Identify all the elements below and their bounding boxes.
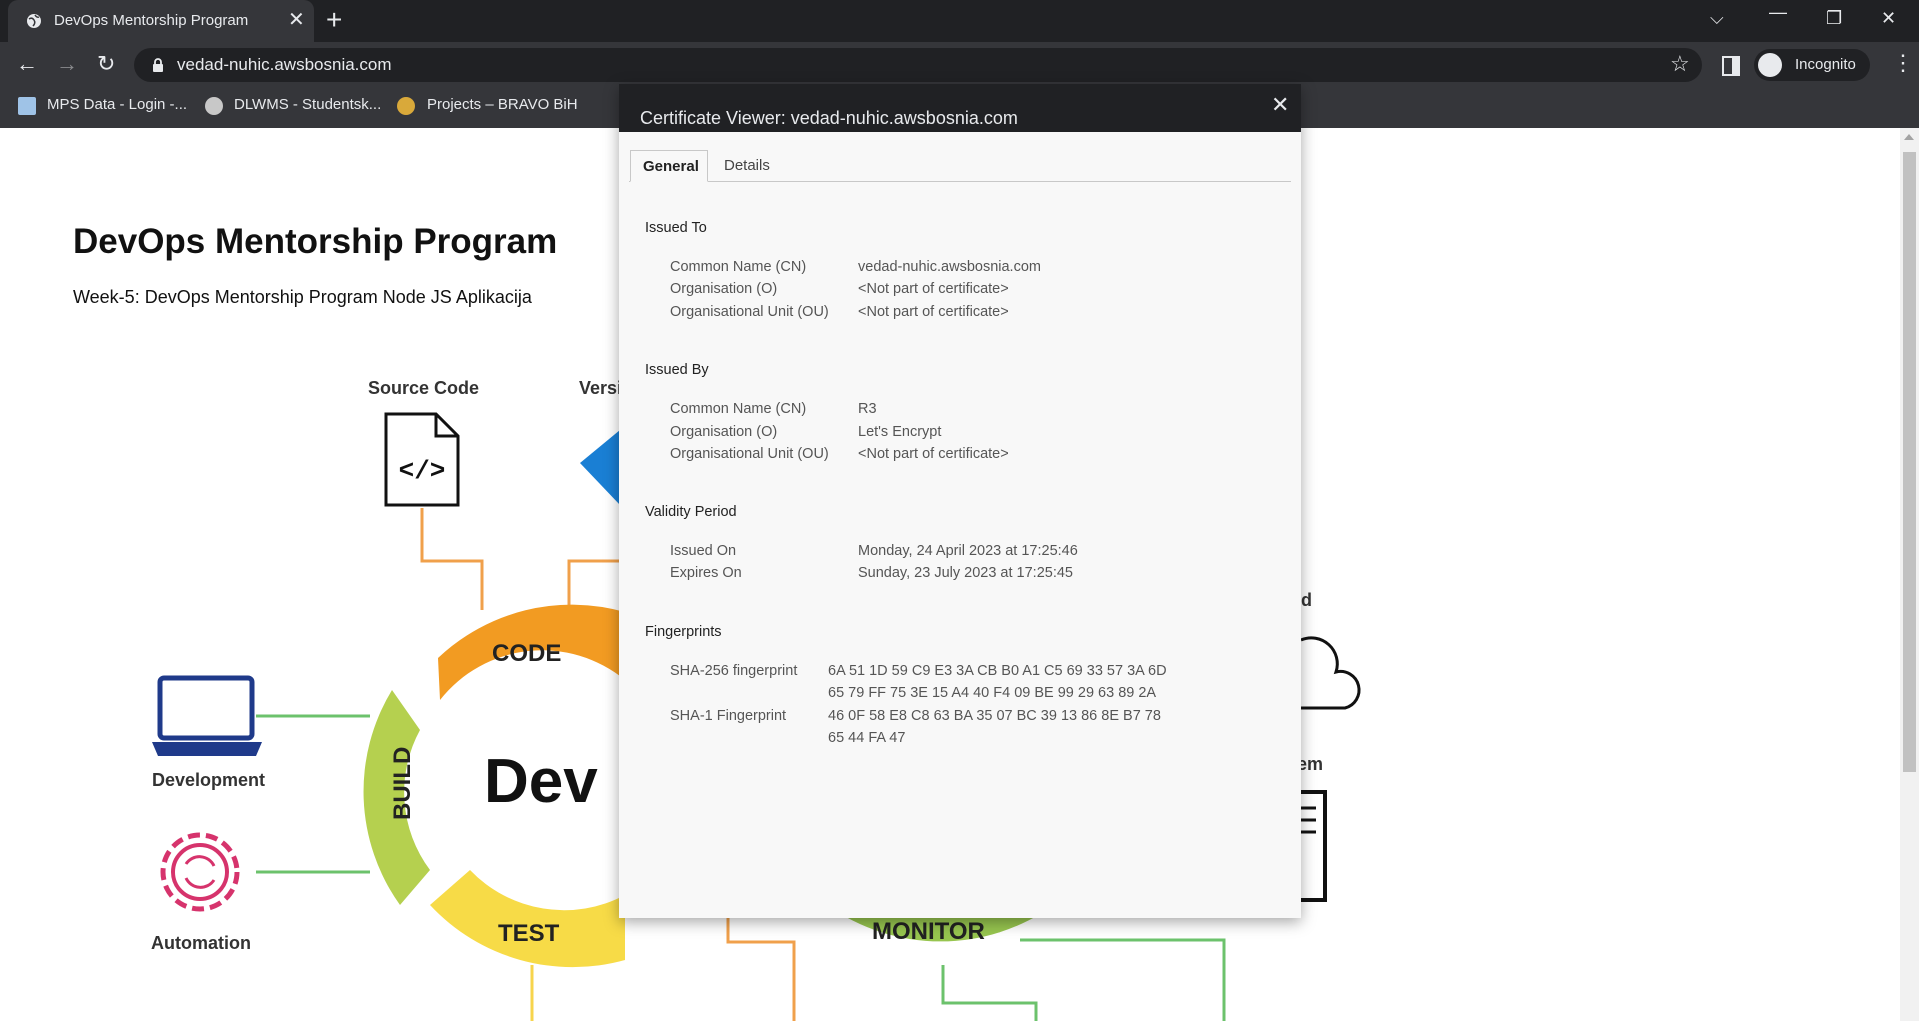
label-development: Development	[152, 770, 266, 790]
section-issued-to: Issued To	[645, 220, 707, 236]
tabs-divider	[629, 181, 1291, 182]
issued-by-cn-value: R3	[858, 401, 877, 417]
tab-details[interactable]: Details	[724, 157, 770, 174]
tab-general-label: General	[643, 158, 699, 175]
cloud-icon	[1300, 636, 1361, 710]
certificate-viewer-dialog: Certificate Viewer: vedad-nuhic.awsbosni…	[619, 84, 1301, 918]
expires-on-label: Expires On	[670, 565, 742, 581]
issued-to-ou-value: <Not part of certificate>	[858, 304, 1009, 320]
issued-to-ou-label: Organisational Unit (OU)	[670, 304, 829, 320]
close-dialog-icon[interactable]: ✕	[1271, 94, 1289, 116]
cycle-label-build: BUILD	[389, 746, 416, 820]
issued-to-o-label: Organisation (O)	[670, 281, 778, 297]
cycle-label-test: TEST	[498, 920, 560, 947]
issued-by-ou-value: <Not part of certificate>	[858, 446, 1009, 462]
issued-to-cn-label: Common Name (CN)	[670, 259, 807, 275]
issued-to-cn-value: vedad-nuhic.awsbosnia.com	[858, 259, 1041, 275]
issued-to-o-value: <Not part of certificate>	[858, 281, 1009, 297]
sha256-label: SHA-256 fingerprint	[670, 663, 798, 679]
tab-general[interactable]: General	[630, 150, 708, 182]
section-issued-by: Issued By	[645, 362, 709, 378]
issued-by-o-label: Organisation (O)	[670, 424, 778, 440]
issued-by-ou-label: Organisational Unit (OU)	[670, 446, 829, 462]
sha1-value-line2: 65 44 FA 47	[828, 730, 906, 746]
automation-gear-icon	[160, 832, 240, 912]
cycle-label-code: CODE	[492, 640, 562, 667]
issued-on-label: Issued On	[670, 543, 737, 559]
issued-by-o-value: Let's Encrypt	[858, 424, 942, 440]
sha256-value-line1: 6A 51 1D 59 C9 E3 3A CB B0 A1 C5 69 33 5…	[828, 663, 1167, 679]
section-fingerprints: Fingerprints	[645, 624, 722, 640]
expires-on-value: Sunday, 23 July 2023 at 17:25:45	[858, 565, 1073, 581]
svg-text:</>: </>	[399, 456, 446, 486]
section-validity-period: Validity Period	[645, 504, 737, 520]
label-source-code: Source Code	[368, 378, 480, 398]
dialog-title: Certificate Viewer: vedad-nuhic.awsbosni…	[640, 108, 1018, 128]
label-version-control: Versi	[579, 378, 623, 398]
laptop-icon	[152, 675, 262, 756]
source-code-icon: </>	[384, 412, 460, 507]
label-automation: Automation	[151, 933, 251, 953]
sha1-value-line1: 46 0F 58 E8 C8 63 BA 35 07 BC 39 13 86 8…	[828, 708, 1161, 724]
sha1-label: SHA-1 Fingerprint	[670, 708, 787, 724]
issued-on-value: Monday, 24 April 2023 at 17:25:46	[858, 543, 1078, 559]
devops-center-text: Dev	[484, 747, 598, 816]
server-icon	[1301, 790, 1327, 902]
sha256-value-line2: 65 79 FF 75 3E 15 A4 40 F4 09 BE 99 29 6…	[828, 685, 1157, 701]
cycle-label-monitor: MONITOR	[872, 918, 985, 945]
version-control-icon	[580, 430, 620, 505]
issued-by-cn-label: Common Name (CN)	[670, 401, 807, 417]
